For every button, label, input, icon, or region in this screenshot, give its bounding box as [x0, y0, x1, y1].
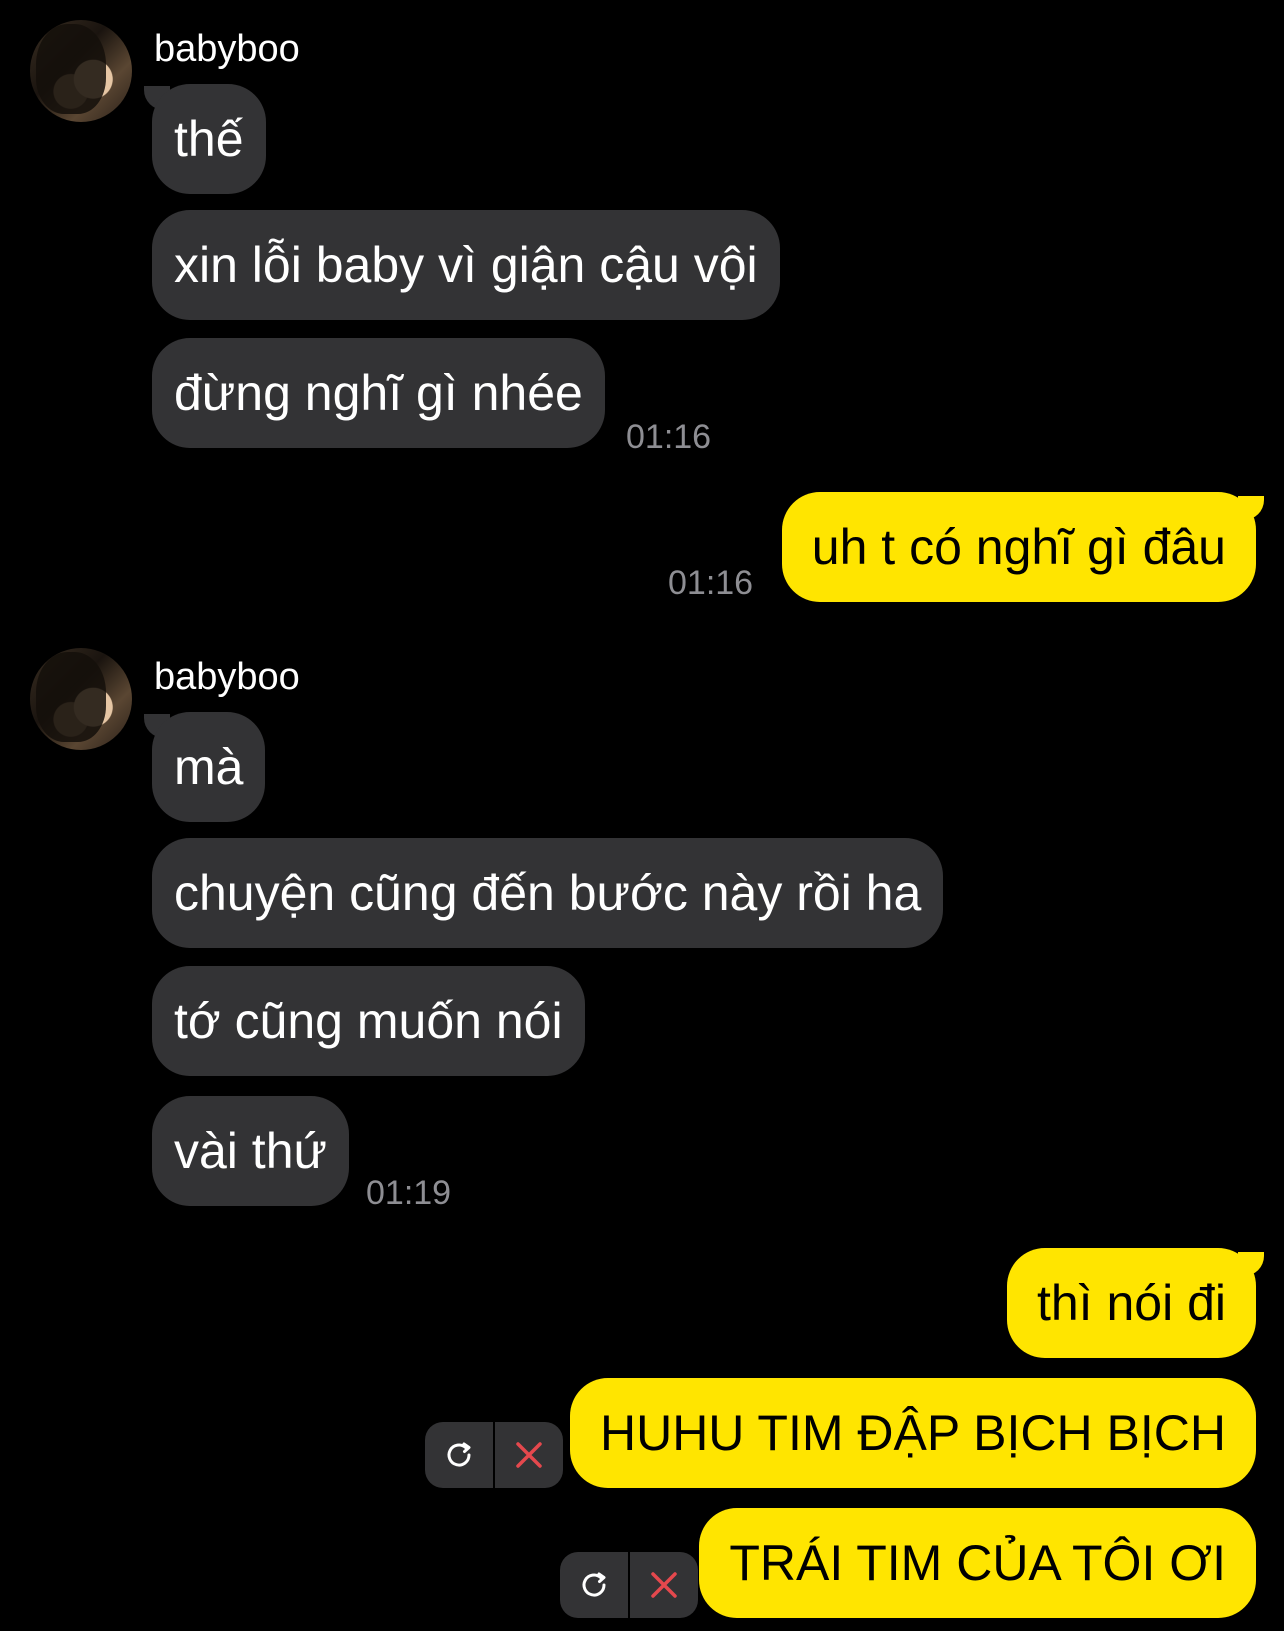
sender-name: babyboo	[154, 656, 300, 698]
outgoing-message[interactable]: uh t có nghĩ gì đâu	[781, 492, 1256, 602]
retry-icon	[582, 1572, 606, 1597]
failed-message-actions	[425, 1422, 563, 1488]
outgoing-message-failed[interactable]: HUHU TIM ĐẬP BỊCH BỊCH	[569, 1378, 1256, 1488]
contact-avatar[interactable]	[30, 648, 132, 750]
outgoing-message[interactable]: thì nói đi	[1006, 1248, 1256, 1358]
message-timestamp: 01:19	[366, 1174, 452, 1212]
close-icon	[651, 1572, 677, 1598]
message-text: vài thứ	[174, 1123, 327, 1179]
outgoing-message-failed[interactable]: TRÁI TIM CỦA TÔI ƠI	[699, 1508, 1256, 1618]
incoming-message[interactable]: vài thứ	[152, 1096, 349, 1206]
contact-avatar[interactable]	[30, 20, 132, 122]
retry-button[interactable]	[560, 1552, 628, 1618]
incoming-message[interactable]: đừng nghĩ gì nhée	[152, 338, 605, 448]
sender-name: babyboo	[154, 28, 300, 70]
incoming-message[interactable]: chuyện cũng đến bước này rồi ha	[152, 838, 944, 948]
message-text: TRÁI TIM CỦA TÔI ƠI	[729, 1535, 1226, 1591]
message-text: mà	[174, 739, 244, 795]
incoming-message[interactable]: thế	[152, 84, 266, 194]
message-text: HUHU TIM ĐẬP BỊCH BỊCH	[599, 1405, 1226, 1461]
delete-button[interactable]	[495, 1422, 563, 1488]
message-text: uh t có nghĩ gì đâu	[811, 519, 1226, 575]
delete-button[interactable]	[630, 1552, 698, 1618]
failed-message-actions	[560, 1552, 698, 1618]
message-timestamp: 01:16	[668, 564, 754, 602]
retry-icon	[447, 1442, 471, 1467]
message-timestamp: 01:16	[626, 418, 712, 456]
message-text: chuyện cũng đến bước này rồi ha	[174, 865, 922, 921]
message-text: đừng nghĩ gì nhée	[174, 365, 583, 421]
incoming-message[interactable]: mà	[152, 712, 266, 822]
message-text: thế	[174, 111, 244, 167]
close-icon	[516, 1442, 542, 1468]
incoming-message[interactable]: tớ cũng muốn nói	[152, 966, 585, 1076]
message-text: thì nói đi	[1036, 1275, 1226, 1331]
message-text: tớ cũng muốn nói	[174, 993, 563, 1049]
message-text: xin lỗi baby vì giận cậu vội	[174, 237, 758, 293]
retry-button[interactable]	[425, 1422, 493, 1488]
incoming-message[interactable]: xin lỗi baby vì giận cậu vội	[152, 210, 780, 320]
